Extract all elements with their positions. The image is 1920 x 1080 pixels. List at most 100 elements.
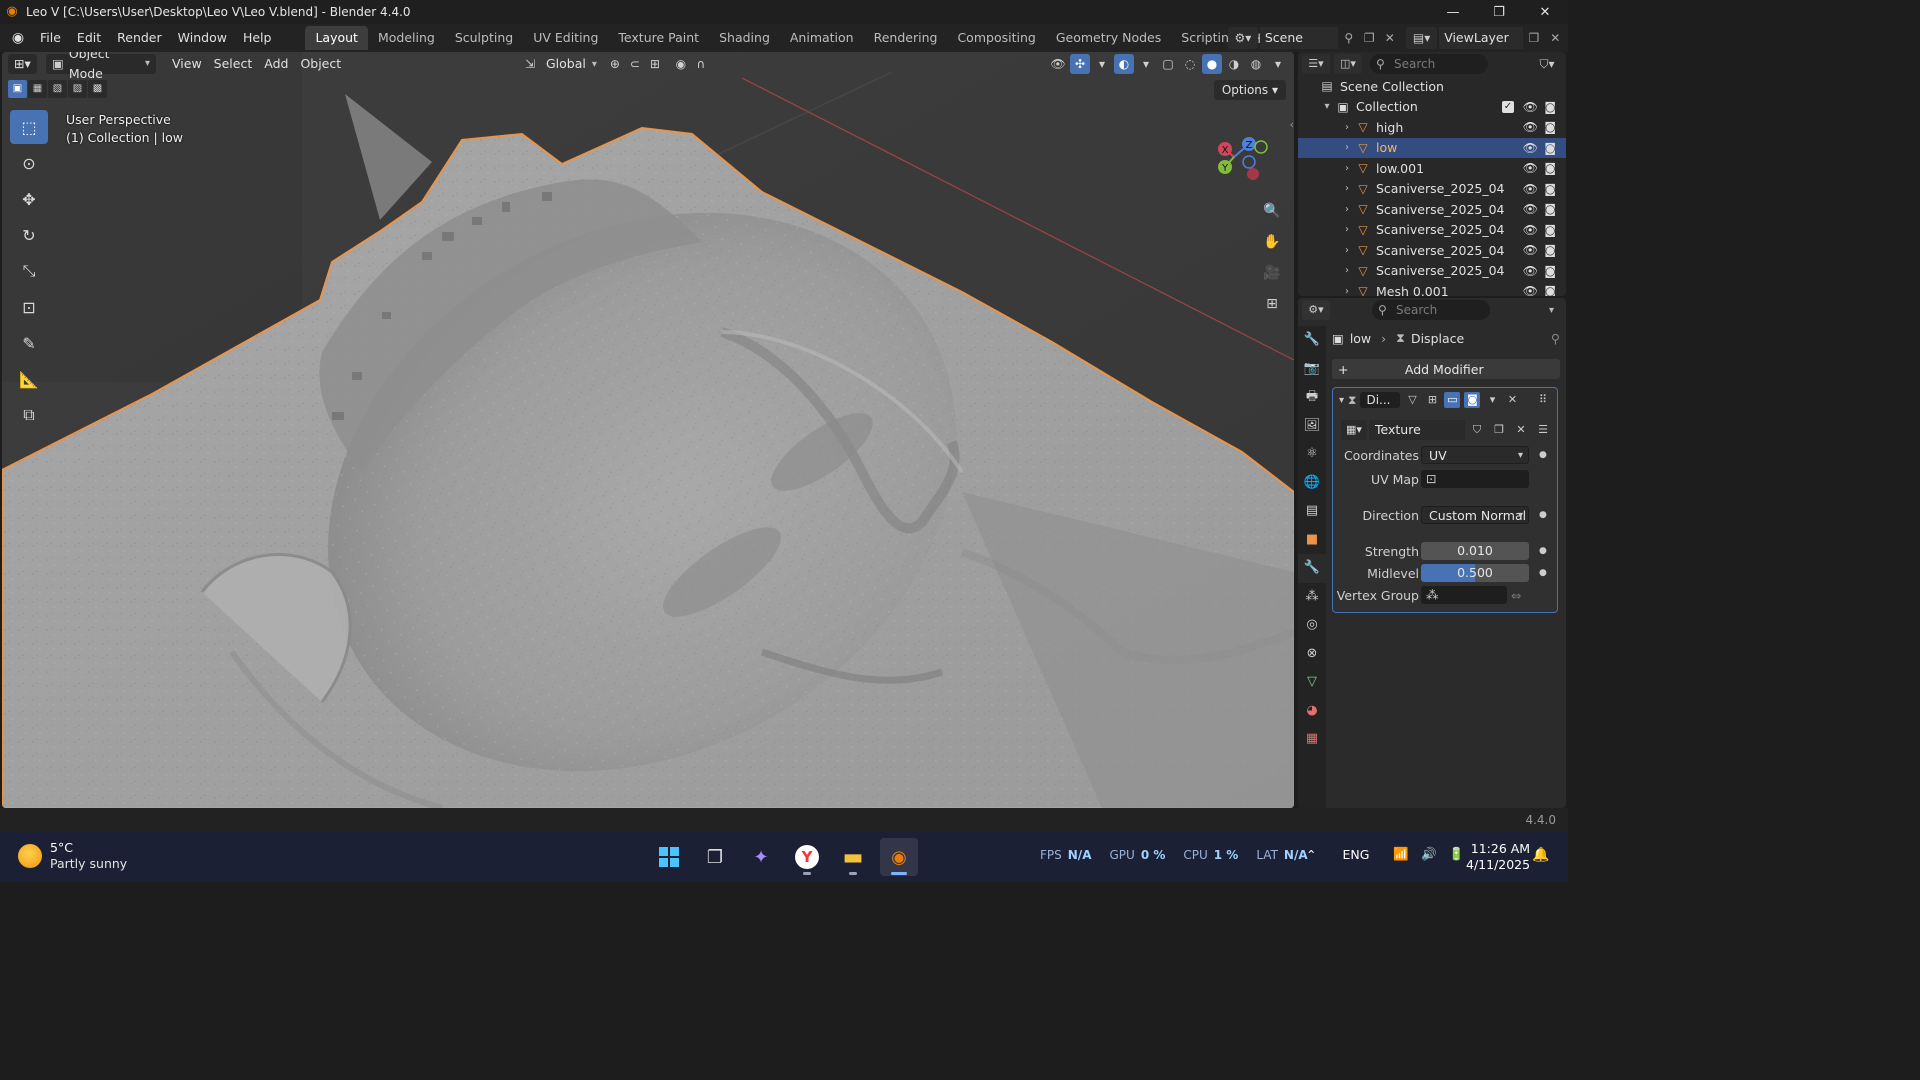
solid-shading-icon[interactable]: ● [1202,54,1222,74]
expand-arrow-icon[interactable]: › [1340,163,1354,174]
chevron-down-icon[interactable]: ▾ [1549,305,1562,316]
chevron-down-icon[interactable]: ▾ [1268,54,1288,74]
midlevel-slider[interactable]: 0.500 [1421,564,1529,582]
display-mode-icon[interactable]: ◫▾ [1334,54,1362,74]
render-camera-icon[interactable]: ◙ [1544,120,1556,134]
edit-mode-icon[interactable]: ⊞ [1424,392,1440,408]
coordinates-dropdown[interactable]: UV ▾ [1421,446,1529,464]
invert-arrows-icon[interactable]: ⇔ [1511,588,1521,603]
world-tab-icon[interactable]: 🌐 [1298,469,1326,498]
outliner-object-row[interactable]: › ▽ Mesh 0.001 👁 ◙ [1298,281,1566,296]
snap-target-icon[interactable]: ⊞ [645,54,665,74]
outliner-object-row[interactable]: › ▽ Scaniverse_2025_04 👁 ◙ [1298,261,1566,282]
sidebar-toggle-icon[interactable]: ‹ [1290,118,1294,131]
strength-field[interactable]: 0.010 [1421,542,1529,560]
view-layer-icon[interactable]: ▤▾ [1406,27,1438,49]
collapse-arrow-icon[interactable]: ▾ [1320,101,1334,112]
language-indicator[interactable]: ENG [1342,847,1369,862]
material-shading-icon[interactable]: ◑ [1224,54,1244,74]
add-cube-tool-icon[interactable]: ⧉ [10,398,48,432]
overlays-toggle-icon[interactable]: ◐ [1114,54,1134,74]
expand-arrow-icon[interactable]: › [1340,245,1354,256]
expand-arrow-icon[interactable]: › [1340,265,1354,276]
eye-icon[interactable]: 👁 [1523,284,1538,296]
pivot-icon[interactable]: ⊕ [605,54,625,74]
data-tab-icon[interactable]: ▽ [1298,668,1326,697]
material-tab-icon[interactable]: ◕ [1298,697,1326,726]
scale-tool-icon[interactable]: ⤡ [10,254,48,288]
expand-arrow-icon[interactable]: › [1340,204,1354,215]
texture-tab-icon[interactable]: ▦ [1298,725,1326,754]
output-tab-icon[interactable]: 🖶 [1298,383,1326,412]
tab-layout[interactable]: Layout [305,26,368,50]
notifications-icon[interactable]: 🔔 [1532,847,1549,863]
editor-type-icon[interactable]: ☰▾ [1302,54,1330,74]
neg-z-axis-icon[interactable] [1242,155,1256,169]
menu-edit[interactable]: Edit [69,27,109,49]
view-menu[interactable]: View [166,54,208,74]
delete-scene-icon[interactable]: ✕ [1380,27,1401,49]
menu-render[interactable]: Render [109,27,170,49]
3d-viewport[interactable]: ⊞▾ ▣ Object Mode ▾ View Select Add Objec… [2,52,1294,808]
tab-uv-editing[interactable]: UV Editing [523,26,608,50]
start-button[interactable] [650,838,688,876]
view-layer-tab-icon[interactable]: 🖼 [1298,412,1326,441]
snap-icon[interactable]: ⊂ [625,54,645,74]
particles-tab-icon[interactable]: ⁂ [1298,583,1326,612]
neg-x-axis-icon[interactable] [1247,168,1259,180]
eye-icon[interactable]: 👁 [1523,182,1538,196]
measure-tool-icon[interactable]: 📐 [10,362,48,396]
eye-icon[interactable]: 👁 [1523,100,1538,114]
texture-browse-icon[interactable]: ▦▾ [1341,420,1367,440]
new-view-layer-icon[interactable]: ❐ [1523,31,1544,45]
view-layer-name-field[interactable]: ViewLayer [1439,27,1524,49]
select-intersect-icon[interactable]: ▩ [88,80,107,98]
options-dropdown[interactable]: Options ▾ [1213,80,1286,100]
blender-logo-icon[interactable]: ◉ [4,30,32,46]
wireframe-shading-icon[interactable]: ◌ [1180,54,1200,74]
keyframe-dot-icon[interactable]: ● [1539,568,1547,578]
tool-tab-icon[interactable]: 🔧 [1298,326,1326,355]
expand-arrow-icon[interactable]: › [1340,122,1354,133]
render-camera-icon[interactable]: ◙ [1544,284,1556,296]
blender-taskbar-button[interactable]: ◉ [880,838,918,876]
on-cage-icon[interactable]: ▽ [1404,392,1420,408]
render-camera-icon[interactable]: ◙ [1544,161,1556,175]
editor-type-icon[interactable]: ⊞▾ [8,54,37,74]
expand-arrow-icon[interactable]: › [1340,286,1354,296]
object-tab-icon[interactable]: ■ [1298,526,1326,555]
tab-shading[interactable]: Shading [709,26,780,50]
outliner-object-row[interactable]: › ▽ Scaniverse_2025_04 👁 ◙ [1298,179,1566,200]
tab-sculpting[interactable]: Sculpting [445,26,523,50]
eye-icon[interactable]: 👁 [1523,141,1538,155]
chevron-up-icon[interactable]: ⌃ [1306,847,1316,862]
menu-help[interactable]: Help [235,27,280,49]
tab-modeling[interactable]: Modeling [368,26,445,50]
neg-y-axis-icon[interactable] [1254,140,1268,154]
unlink-texture-icon[interactable]: ✕ [1511,420,1531,440]
zoom-icon[interactable]: 🔍 [1258,197,1286,225]
battery-icon[interactable]: 🔋 [1449,846,1465,862]
scene-tab-icon[interactable]: ⚛ [1298,440,1326,469]
select-menu[interactable]: Select [208,54,259,74]
realtime-display-icon[interactable]: ▭ [1444,392,1461,408]
select-subtract-icon[interactable]: ▧ [48,80,67,98]
physics-tab-icon[interactable]: ◎ [1298,611,1326,640]
render-camera-icon[interactable]: ◙ [1544,223,1556,237]
select-invert-icon[interactable]: ▨ [68,80,87,98]
close-icon[interactable]: ✕ [1504,392,1520,408]
minimize-button[interactable]: — [1430,0,1476,24]
scene-collection-row[interactable]: ▤ Scene Collection [1298,76,1566,97]
pin-icon[interactable]: ⚲ [1551,331,1560,346]
chevron-down-icon[interactable]: ▾ [1484,392,1500,408]
move-tool-icon[interactable]: ✥ [10,182,48,216]
clock[interactable]: 11:26 AM 4/11/2025 [1466,841,1530,873]
rotate-tool-icon[interactable]: ↻ [10,218,48,252]
transform-tool-icon[interactable]: ⊡ [10,290,48,324]
annotate-tool-icon[interactable]: ✎ [10,326,48,360]
render-camera-icon[interactable]: ◙ [1544,100,1556,114]
tab-texture-paint[interactable]: Texture Paint [608,26,709,50]
texture-name-field[interactable]: Texture [1369,420,1465,440]
wifi-icon[interactable]: 📶 [1393,846,1409,862]
gizmo-toggle-icon[interactable]: ✣ [1070,54,1090,74]
